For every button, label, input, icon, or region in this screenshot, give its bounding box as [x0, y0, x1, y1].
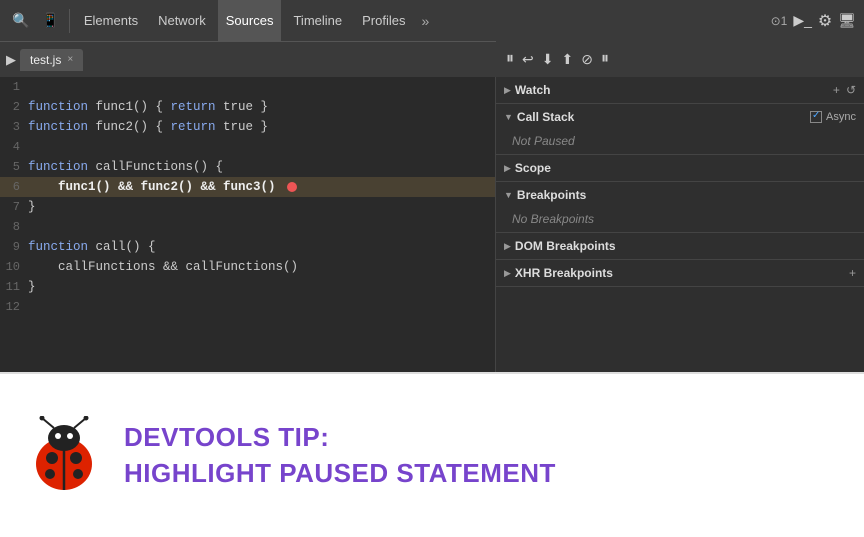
watch-title: Watch — [515, 83, 551, 97]
terminal-icon[interactable]: ▶_ — [793, 12, 812, 29]
code-line-3: 3 function func2() { return true } — [0, 117, 495, 137]
xhr-breakpoints-header[interactable]: ▶ XHR Breakpoints + — [496, 260, 864, 286]
code-line-11: 11 } — [0, 277, 495, 297]
step-into-icon[interactable]: ⬇ — [542, 51, 554, 68]
search-icon[interactable]: 🔍 — [8, 12, 33, 29]
pause-on-exception-icon[interactable]: ⏸ — [601, 50, 609, 68]
breakpoints-section: ▼ Breakpoints No Breakpoints — [496, 182, 864, 233]
async-checkbox-area: Async — [810, 111, 856, 123]
file-tab-close[interactable]: × — [67, 54, 73, 65]
scope-title: Scope — [515, 161, 551, 175]
xhr-breakpoints-triangle: ▶ — [504, 268, 511, 279]
code-line-4: 4 — [0, 137, 495, 157]
file-tab-name: test.js — [30, 53, 61, 67]
disable-breakpoints-icon[interactable]: ⊘ — [581, 51, 593, 68]
devtools-body: 1 2 function func1() { return true } 3 f… — [0, 77, 864, 372]
pause-icon[interactable]: ⏸ — [506, 50, 514, 68]
call-stack-header[interactable]: ▼ Call Stack Async — [496, 104, 864, 130]
tab-network[interactable]: Network — [150, 0, 214, 41]
code-line-8: 8 — [0, 217, 495, 237]
code-line-6: 6 func1() && func2() && func3() — [0, 177, 495, 197]
more-tabs-icon[interactable]: » — [417, 13, 433, 29]
async-label: Async — [826, 111, 856, 123]
watch-add-icon[interactable]: + — [833, 83, 840, 97]
tip-text: DevTools Tip: Highlight Paused Statement — [124, 422, 556, 488]
code-line-2: 2 function func1() { return true } — [0, 97, 495, 117]
tip-title-line2: Highlight Paused Statement — [124, 458, 556, 489]
debug-controls: ⏸ ↩ ⬇ ⬆ ⊘ ⏸ — [496, 41, 864, 77]
ladybug-icon — [24, 416, 104, 496]
watch-actions: + ↺ — [833, 83, 856, 97]
tip-area: DevTools Tip: Highlight Paused Statement — [0, 372, 864, 537]
thread-counter: ⊙1 — [771, 14, 788, 28]
code-line-5: 5 function callFunctions() { — [0, 157, 495, 177]
code-editor[interactable]: 1 2 function func1() { return true } 3 f… — [0, 77, 495, 317]
step-out-icon[interactable]: ⬆ — [561, 51, 573, 68]
xhr-add-icon[interactable]: + — [849, 266, 856, 280]
right-panel: ▶ Watch + ↺ ▼ Call Stack Async — [496, 77, 864, 372]
xhr-breakpoints-title: XHR Breakpoints — [515, 266, 613, 280]
file-tab-testjs[interactable]: test.js × — [20, 49, 83, 71]
top-toolbar: 🔍 📱 Elements Network Sources Timeline Pr… — [0, 0, 864, 41]
display-icon[interactable]: 🖥 — [838, 12, 856, 29]
dom-breakpoints-section: ▶ DOM Breakpoints — [496, 233, 864, 260]
breakpoints-triangle: ▼ — [504, 190, 513, 200]
code-line-1: 1 — [0, 77, 495, 97]
scope-triangle: ▶ — [504, 163, 511, 174]
toolbar-separator — [69, 9, 70, 33]
dom-breakpoints-triangle: ▶ — [504, 241, 511, 252]
tab-timeline[interactable]: Timeline — [285, 0, 350, 41]
dom-breakpoints-title: DOM Breakpoints — [515, 239, 616, 253]
step-over-icon[interactable]: ↩ — [522, 51, 534, 68]
call-stack-title: Call Stack — [517, 110, 574, 124]
watch-header[interactable]: ▶ Watch + ↺ — [496, 77, 864, 103]
code-line-10: 10 callFunctions && callFunctions() — [0, 257, 495, 277]
call-stack-actions: Async — [810, 111, 856, 123]
xhr-breakpoints-actions: + — [849, 266, 856, 280]
watch-refresh-icon[interactable]: ↺ — [846, 83, 856, 97]
tab-profiles[interactable]: Profiles — [354, 0, 413, 41]
toolbar-right-actions: ⊙1 ▶_ ⚙ 🖥 — [771, 11, 856, 31]
call-stack-triangle: ▼ — [504, 112, 513, 122]
scope-header[interactable]: ▶ Scope — [496, 155, 864, 181]
breakpoints-header[interactable]: ▼ Breakpoints — [496, 182, 864, 208]
watch-triangle: ▶ — [504, 85, 511, 96]
call-stack-status: Not Paused — [496, 130, 864, 154]
watch-section: ▶ Watch + ↺ — [496, 77, 864, 104]
xhr-breakpoints-section: ▶ XHR Breakpoints + — [496, 260, 864, 287]
tab-elements[interactable]: Elements — [76, 0, 146, 41]
run-to-line-icon[interactable]: ▶ — [6, 52, 16, 68]
dom-breakpoints-header[interactable]: ▶ DOM Breakpoints — [496, 233, 864, 259]
tip-title-line1: DevTools Tip: — [124, 422, 556, 453]
code-line-7: 7 } — [0, 197, 495, 217]
breakpoints-status: No Breakpoints — [496, 208, 864, 232]
settings-icon[interactable]: ⚙ — [818, 11, 832, 31]
call-stack-section: ▼ Call Stack Async Not Paused — [496, 104, 864, 155]
code-panel: 1 2 function func1() { return true } 3 f… — [0, 77, 496, 372]
breakpoints-title: Breakpoints — [517, 188, 586, 202]
scope-section: ▶ Scope — [496, 155, 864, 182]
tab-sources[interactable]: Sources — [218, 0, 282, 41]
mobile-icon[interactable]: 📱 — [37, 12, 62, 29]
code-line-12: 12 — [0, 297, 495, 317]
async-checkbox[interactable] — [810, 111, 822, 123]
sources-toolbar: ▶ test.js × ▶| Br ⏸ ↩ ⬇ ⬆ ⊘ ⏸ — [0, 41, 864, 77]
code-line-9: 9 function call() { — [0, 237, 495, 257]
